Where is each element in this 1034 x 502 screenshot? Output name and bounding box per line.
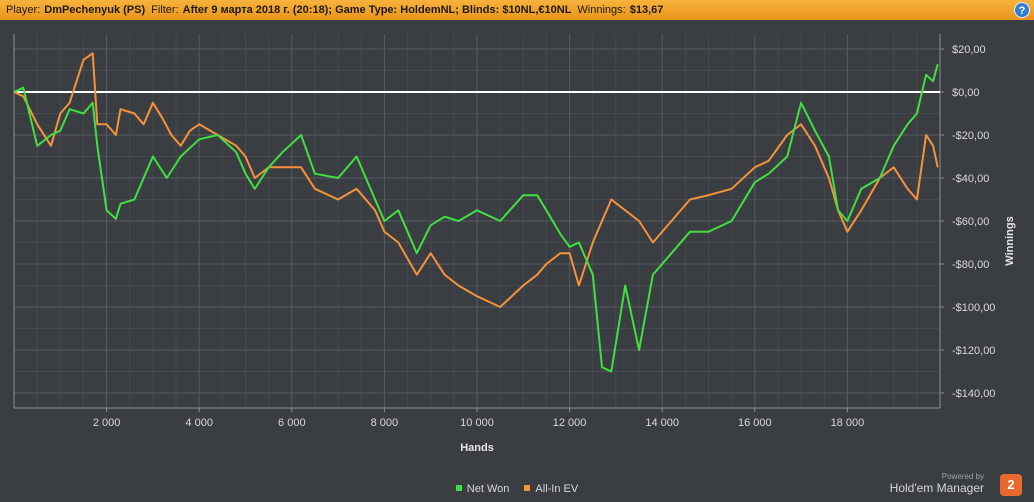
filter-label: Filter: (151, 4, 179, 16)
y-tick-label: $0,00 (952, 87, 980, 99)
x-tick-label: 8 000 (371, 417, 399, 429)
x-tick-label: 14 000 (645, 417, 679, 429)
legend-label: Net Won (466, 483, 510, 495)
y-tick-label: -$80,00 (952, 259, 989, 271)
y-axis: $20,00 $0,00 -$20,00 -$40,00 -$60,00 -$80,00 -… (940, 44, 995, 400)
y-tick-label: -$100,00 (952, 302, 995, 314)
player-label: Player: (6, 4, 41, 16)
y-tick-label: -$120,00 (952, 345, 995, 357)
winnings-label: Winnings: (577, 4, 626, 16)
winnings-value: $13,67 (629, 4, 664, 16)
y-tick-label: $20,00 (952, 44, 986, 56)
powered-by-text: Powered by (941, 472, 984, 481)
net-won-swatch-icon (455, 485, 462, 491)
x-axis-title: Hands (460, 442, 494, 454)
all-in-ev-swatch-icon (524, 485, 531, 491)
y-axis-title: Winnings (1004, 216, 1016, 265)
y-tick-label: -$20,00 (952, 130, 989, 142)
x-tick-label: 12 000 (553, 417, 587, 429)
x-tick-label: 16 000 (738, 417, 772, 429)
winnings-chart: 2 000 4 000 6 000 8 000 10 000 12 000 14 000 16… (13, 34, 1016, 454)
y-tick-label: -$40,00 (952, 173, 989, 185)
x-tick-label: 18 000 (831, 417, 865, 429)
x-tick-label: 4 000 (185, 417, 213, 429)
legend-item-all-in-ev[interactable]: All-In EV (524, 482, 578, 496)
y-tick-label: -$60,00 (952, 216, 989, 228)
grid (13, 34, 941, 409)
hm2-logo-icon: 2 (1000, 474, 1022, 496)
filter-bar: Player: DmPechenyuk (PS) Filter: After 9 ма… (0, 0, 1034, 20)
help-icon[interactable]: ? (1014, 2, 1030, 18)
x-tick-label: 10 000 (460, 417, 494, 429)
x-axis: 2 000 4 000 6 000 8 000 10 000 12 000 14 000 16… (93, 408, 864, 429)
product-name: Hold'em Manager (889, 481, 984, 495)
filter-value: After 9 марта 2018 г. (20:18); Game Type… (182, 4, 572, 16)
x-tick-label: 2 000 (93, 417, 121, 429)
legend-item-net-won[interactable]: Net Won (455, 482, 510, 496)
player-value: DmPechenyuk (PS) (44, 4, 146, 16)
legend: Net Won All-In EV (0, 482, 1034, 496)
x-tick-label: 6 000 (278, 417, 306, 429)
legend-label: All-In EV (535, 483, 579, 495)
y-tick-label: -$140,00 (952, 388, 995, 400)
